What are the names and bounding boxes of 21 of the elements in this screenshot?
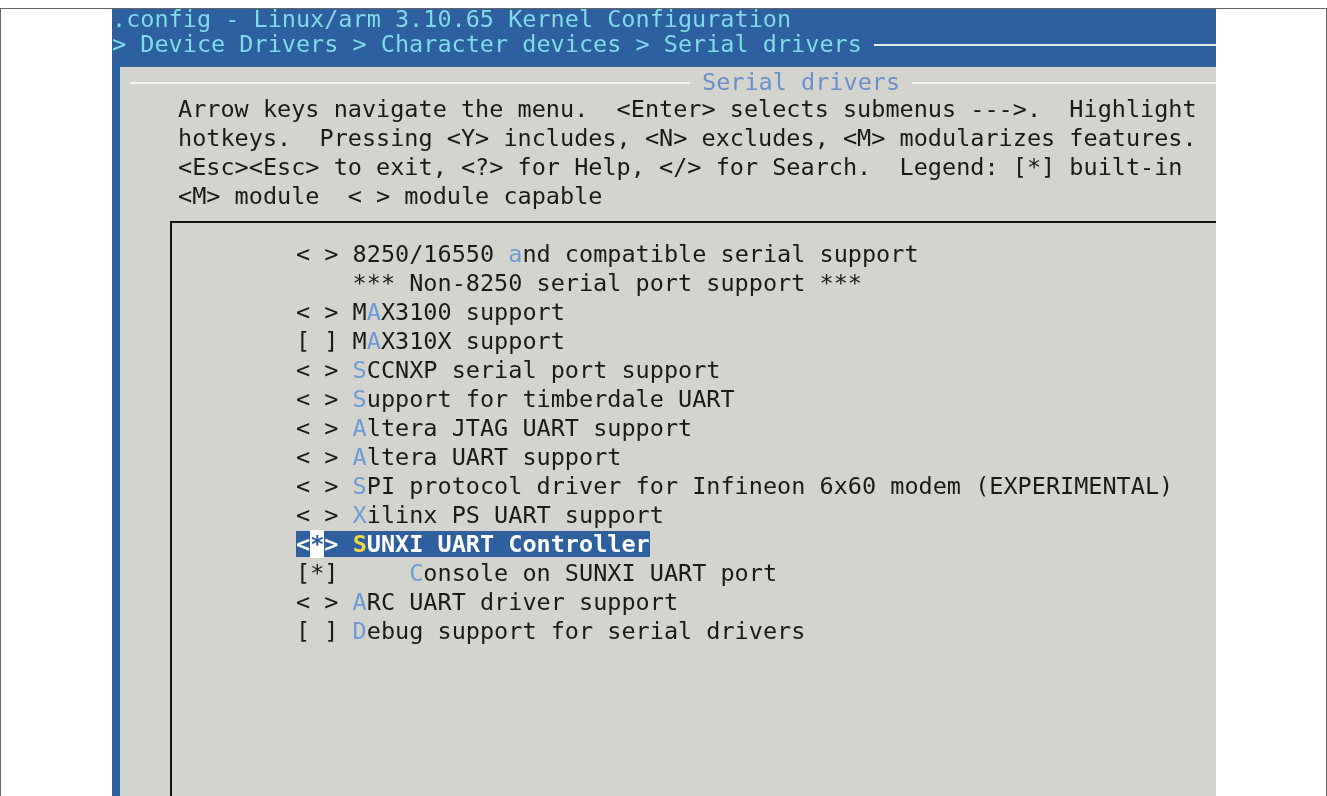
menu-item[interactable]: < > Xilinx PS UART support [296, 501, 664, 528]
menu-item[interactable]: < > SCCNXP serial port support [296, 356, 721, 383]
menu-item[interactable]: <*> SUNXI UART Controller [296, 530, 650, 557]
menu-item[interactable]: [ ] MAX310X support [296, 327, 565, 354]
menu-item[interactable]: [*] Console on SUNXI UART port [296, 559, 778, 586]
menu-comment: *** Non-8250 serial port support *** [351, 269, 862, 296]
dialog-title: Serial drivers [701, 71, 902, 95]
menu-item[interactable]: < > Altera UART support [296, 443, 622, 470]
help-text: <Esc><Esc> to exit, <?> for Help, </> for Search. Legend: [*] built-in [178, 153, 1184, 182]
menu-item[interactable]: < > MAX3100 support [296, 298, 565, 325]
menu-item[interactable]: [ ] Debug support for serial drivers [296, 617, 806, 644]
menu-item[interactable]: < > Altera JTAG UART support [296, 414, 693, 441]
help-text: hotkeys. Pressing <Y> includes, <N> excludes, <M> modularizes features. [178, 124, 1198, 153]
help-text: Arrow keys navigate the menu. <Enter> selects submenus --->. Highlight [178, 95, 1198, 124]
help-text: <M> module < > module capable [178, 182, 604, 211]
menu-item[interactable]: < > SPI protocol driver for Infineon 6x60 modem (EXPERIMENTAL) [296, 472, 1174, 499]
window-title: .config - Linux/arm 3.10.65 Kernel Configuration [112, 9, 792, 32]
breadcrumb: > Device Drivers > Character devices > Serial drivers [112, 33, 862, 57]
menu-item[interactable]: < > Support for timberdale UART [296, 385, 735, 412]
menu-item[interactable]: < > ARC UART driver support [296, 588, 679, 615]
menu-item[interactable]: < > 8250/16550 and compatible serial support [296, 240, 919, 267]
